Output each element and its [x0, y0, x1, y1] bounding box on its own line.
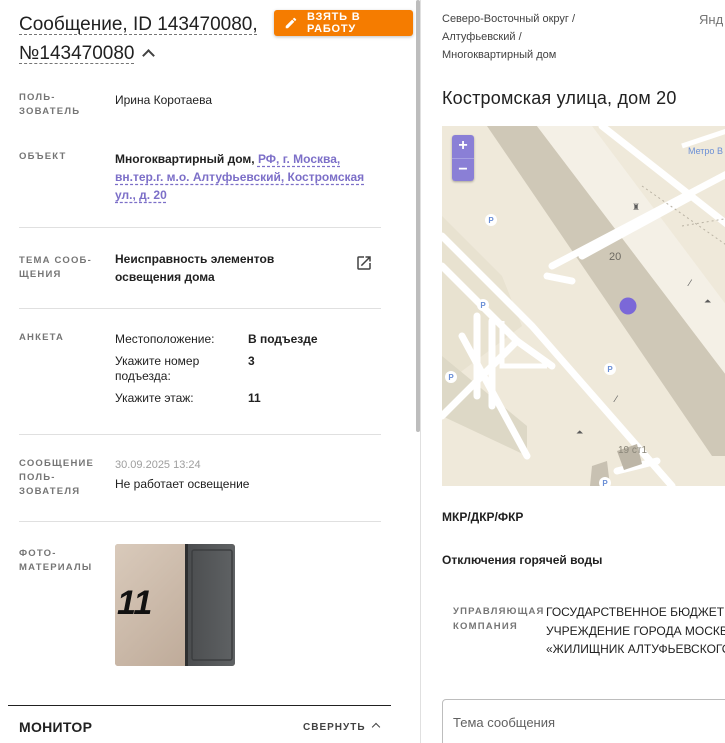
zoom-out-button[interactable]: − — [452, 158, 474, 181]
object-label: ОБЪЕКТ — [19, 151, 67, 162]
questionnaire-row: АНКЕТА Местоположение: В подъезде Укажит… — [19, 331, 381, 411]
object-value: Многоквартирный дом, РФ, г. Москва, вн.т… — [115, 150, 365, 204]
object-type: Многоквартирный дом, — [115, 152, 255, 166]
monitor-section-header: МОНИТОР СВЕРНУТЬ — [8, 705, 391, 743]
take-to-work-label: ВЗЯТЬ В РАБОТУ — [306, 11, 361, 35]
open-external-icon[interactable] — [355, 254, 373, 272]
zoom-control: + − — [452, 135, 474, 181]
pencil-icon — [285, 17, 297, 29]
collapse-label: СВЕРНУТЬ — [303, 722, 366, 733]
mkr-link[interactable]: МКР/ДКР/ФКР — [442, 510, 523, 524]
parking-label: P — [488, 216, 494, 225]
map-poi-icon: ⏶ — [576, 428, 584, 438]
message-topic-field[interactable] — [442, 699, 725, 743]
user-row: ПОЛЬ- ЗОВАТЕЛЬ Ирина Коротаева — [19, 91, 381, 121]
breadcrumb-item[interactable]: Алтуфьевский / — [442, 28, 612, 46]
questionnaire-question: Местоположение: — [115, 332, 215, 346]
questionnaire-question: Укажите номер подъезда: — [115, 354, 200, 383]
message-title-text[interactable]: Сообщение, ID 143470080, №143470080 — [19, 14, 258, 64]
photos-label: ФОТО- МАТЕРИАЛЫ — [19, 548, 93, 573]
map-canvas[interactable]: P P P P P ♜ ⏶ ⏶ ⁄ ⁄ 20 19 ст1 Метро В — [442, 126, 725, 486]
parking-label: P — [480, 301, 486, 310]
questionnaire-question: Укажите этаж: — [115, 391, 194, 405]
breadcrumb-item[interactable]: Северо-Восточный округ / — [442, 10, 612, 28]
management-company-line: «ЖИЛИЩНИК АЛТУФЬЕВСКОГО — [546, 642, 725, 656]
topic-row: ТЕМА СООБ- ЩЕНИЯ Неисправность элементов… — [19, 250, 381, 290]
user-message-row: СООБЩЕНИЕ ПОЛЬ- ЗОВАТЕЛЯ 30.09.2025 13:2… — [19, 457, 381, 507]
divider — [19, 227, 381, 228]
object-row: ОБЪЕКТ Многоквартирный дом, РФ, г. Москв… — [19, 150, 381, 210]
message-topic-input[interactable] — [453, 715, 713, 730]
map-poi-icon: ⏶ — [704, 297, 712, 307]
user-message-content: 30.09.2025 13:24 Не работает освещение — [115, 457, 249, 493]
message-details-panel: Сообщение, ID 143470080, №143470080 ВЗЯТ… — [0, 0, 416, 743]
user-value: Ирина Коротаева — [115, 93, 213, 107]
user-message-label: СООБЩЕНИЕ ПОЛЬ- ЗОВАТЕЛЯ — [19, 458, 95, 497]
breadcrumb: Северо-Восточный округ / Алтуфьевский / … — [442, 10, 612, 64]
divider — [19, 434, 381, 435]
management-company-label: УПРАВЛЯЮЩАЯ КОМПАНИЯ — [453, 606, 545, 632]
monitor-title: МОНИТОР — [19, 719, 93, 735]
yandex-label: Янд — [699, 12, 724, 27]
topic-value: Неисправность элементов освещения дома — [115, 252, 275, 284]
divider — [19, 308, 381, 309]
map-poi-icon: ♜ — [632, 203, 640, 213]
object-panel: Северо-Восточный округ / Алтуфьевский / … — [421, 0, 725, 743]
location-marker[interactable] — [619, 297, 637, 315]
questionnaire-answer: 11 — [248, 391, 261, 405]
map[interactable]: P P P P P ♜ ⏶ ⏶ ⁄ ⁄ 20 19 ст1 Метро В + — [442, 126, 725, 486]
parking-label: P — [602, 479, 608, 486]
photo-thumbnail[interactable]: 11 — [115, 544, 235, 666]
questionnaire-label: АНКЕТА — [19, 332, 65, 343]
management-company-value: ГОСУДАРСТВЕННОЕ БЮДЖЕТН УЧРЕЖДЕНИЕ ГОРОД… — [546, 603, 725, 659]
parking-label: P — [607, 365, 613, 374]
message-title[interactable]: Сообщение, ID 143470080, №143470080 — [19, 10, 269, 68]
building-label: 19 ст1 — [618, 445, 647, 456]
chevron-up-icon — [371, 722, 380, 732]
user-label: ПОЛЬ- ЗОВАТЕЛЬ — [19, 92, 81, 117]
breadcrumb-item: Многоквартирный дом — [442, 49, 557, 61]
questionnaire-answer: 3 — [248, 354, 255, 368]
topic-label: ТЕМА СООБ- ЩЕНИЯ — [19, 255, 92, 280]
message-date: 30.09.2025 13:24 — [115, 459, 201, 471]
photo-caption: 11 — [117, 584, 153, 622]
chevron-up-icon[interactable] — [142, 49, 156, 62]
take-to-work-button[interactable]: ВЗЯТЬ В РАБОТУ — [274, 10, 413, 36]
message-text: Не работает освещение — [115, 477, 250, 491]
collapse-button[interactable]: СВЕРНУТЬ — [303, 722, 380, 733]
metro-label: Метро В — [688, 146, 723, 156]
hot-water-link[interactable]: Отключения горячей воды — [442, 553, 602, 567]
questionnaire-answer: В подъезде — [248, 332, 318, 346]
management-company-line: ГОСУДАРСТВЕННОЕ БЮДЖЕТН — [546, 605, 725, 619]
zoom-in-button[interactable]: + — [452, 135, 474, 158]
house-number-label: 20 — [609, 251, 621, 263]
management-company-line: УЧРЕЖДЕНИЕ ГОРОДА МОСКВ — [546, 623, 725, 638]
divider — [19, 521, 381, 522]
parking-label: P — [448, 373, 454, 382]
address-title: Костромская улица, дом 20 — [442, 88, 677, 108]
